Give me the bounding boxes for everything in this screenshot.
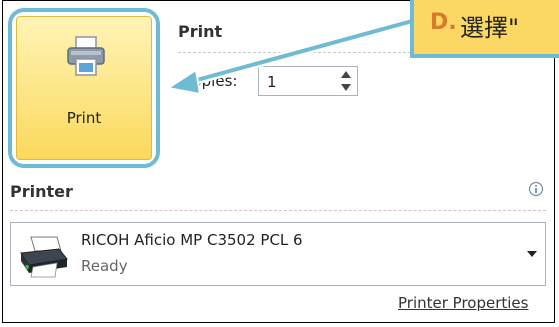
printer-device-icon bbox=[20, 236, 68, 278]
print-button-label: Print bbox=[66, 109, 102, 127]
callout-box: D. 選擇" bbox=[410, 0, 559, 58]
printer-properties-link[interactable]: Printer Properties bbox=[398, 294, 528, 312]
info-icon[interactable] bbox=[528, 181, 544, 197]
print-button[interactable]: Print bbox=[16, 16, 152, 160]
callout-step-letter: D. bbox=[430, 10, 457, 35]
chevron-down-icon[interactable] bbox=[527, 250, 537, 258]
printer-status: Ready bbox=[81, 257, 128, 275]
callout-text: 選擇" bbox=[460, 14, 520, 42]
printer-dropdown[interactable]: RICOH Aficio MP C3502 PCL 6 Ready bbox=[10, 222, 546, 286]
printer-icon bbox=[67, 36, 105, 76]
divider bbox=[10, 210, 546, 211]
printer-name: RICOH Aficio MP C3502 PCL 6 bbox=[81, 231, 303, 249]
printer-section-title: Printer bbox=[10, 182, 73, 201]
callout-arrow bbox=[165, 15, 421, 96]
